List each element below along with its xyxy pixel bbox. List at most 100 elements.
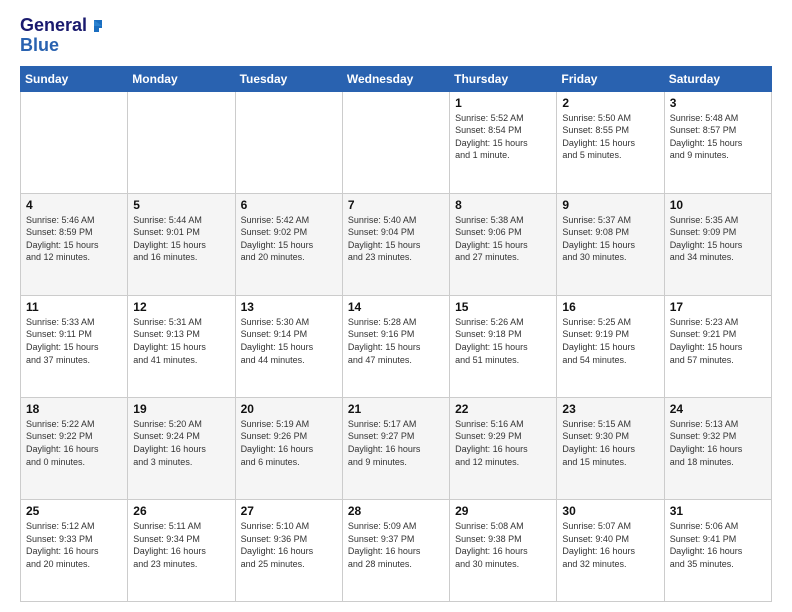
calendar-header-row: SundayMondayTuesdayWednesdayThursdayFrid… xyxy=(21,66,772,91)
day-number: 27 xyxy=(241,504,337,518)
day-info: Sunrise: 5:26 AMSunset: 9:18 PMDaylight:… xyxy=(455,316,551,366)
day-info: Sunrise: 5:09 AMSunset: 9:37 PMDaylight:… xyxy=(348,520,444,570)
day-number: 8 xyxy=(455,198,551,212)
day-number: 21 xyxy=(348,402,444,416)
day-info: Sunrise: 5:37 AMSunset: 9:08 PMDaylight:… xyxy=(562,214,658,264)
calendar-week-2: 4 Sunrise: 5:46 AMSunset: 8:59 PMDaylight… xyxy=(21,193,772,295)
day-info: Sunrise: 5:20 AMSunset: 9:24 PMDaylight:… xyxy=(133,418,229,468)
calendar-cell: 22 Sunrise: 5:16 AMSunset: 9:29 PMDayligh… xyxy=(450,397,557,499)
day-number: 16 xyxy=(562,300,658,314)
day-number: 9 xyxy=(562,198,658,212)
calendar-cell xyxy=(342,91,449,193)
calendar-cell: 15 Sunrise: 5:26 AMSunset: 9:18 PMDayligh… xyxy=(450,295,557,397)
calendar-cell xyxy=(21,91,128,193)
day-info: Sunrise: 5:13 AMSunset: 9:32 PMDaylight:… xyxy=(670,418,766,468)
day-info: Sunrise: 5:16 AMSunset: 9:29 PMDaylight:… xyxy=(455,418,551,468)
calendar-cell: 24 Sunrise: 5:13 AMSunset: 9:32 PMDayligh… xyxy=(664,397,771,499)
calendar-cell: 25Sunrise: 5:12 AMSunset: 9:33 PMDayligh… xyxy=(21,499,128,601)
calendar-cell: 31 Sunrise: 5:06 AMSunset: 9:41 PMDayligh… xyxy=(664,499,771,601)
calendar-cell: 3 Sunrise: 5:48 AMSunset: 8:57 PMDaylight… xyxy=(664,91,771,193)
calendar-cell: 13 Sunrise: 5:30 AMSunset: 9:14 PMDayligh… xyxy=(235,295,342,397)
col-header-saturday: Saturday xyxy=(664,66,771,91)
day-number: 18 xyxy=(26,402,122,416)
day-number: 11 xyxy=(26,300,122,314)
day-info: Sunrise: 5:25 AMSunset: 9:19 PMDaylight:… xyxy=(562,316,658,366)
calendar-week-1: 1Sunrise: 5:52 AMSunset: 8:54 PMDaylight… xyxy=(21,91,772,193)
day-number: 3 xyxy=(670,96,766,110)
day-info: Sunrise: 5:35 AMSunset: 9:09 PMDaylight:… xyxy=(670,214,766,264)
day-info: Sunrise: 5:31 AMSunset: 9:13 PMDaylight:… xyxy=(133,316,229,366)
day-number: 5 xyxy=(133,198,229,212)
col-header-monday: Monday xyxy=(128,66,235,91)
day-info: Sunrise: 5:30 AMSunset: 9:14 PMDaylight:… xyxy=(241,316,337,366)
col-header-thursday: Thursday xyxy=(450,66,557,91)
calendar-week-5: 25Sunrise: 5:12 AMSunset: 9:33 PMDayligh… xyxy=(21,499,772,601)
calendar-cell: 21 Sunrise: 5:17 AMSunset: 9:27 PMDayligh… xyxy=(342,397,449,499)
day-info: Sunrise: 5:52 AMSunset: 8:54 PMDaylight:… xyxy=(455,112,551,162)
col-header-tuesday: Tuesday xyxy=(235,66,342,91)
day-number: 31 xyxy=(670,504,766,518)
day-info: Sunrise: 5:28 AMSunset: 9:16 PMDaylight:… xyxy=(348,316,444,366)
calendar-cell: 6 Sunrise: 5:42 AMSunset: 9:02 PMDaylight… xyxy=(235,193,342,295)
day-number: 15 xyxy=(455,300,551,314)
calendar-cell: 12 Sunrise: 5:31 AMSunset: 9:13 PMDayligh… xyxy=(128,295,235,397)
day-number: 10 xyxy=(670,198,766,212)
calendar-cell: 2 Sunrise: 5:50 AMSunset: 8:55 PMDaylight… xyxy=(557,91,664,193)
day-number: 2 xyxy=(562,96,658,110)
day-info: Sunrise: 5:17 AMSunset: 9:27 PMDaylight:… xyxy=(348,418,444,468)
day-number: 30 xyxy=(562,504,658,518)
day-number: 13 xyxy=(241,300,337,314)
day-info: Sunrise: 5:46 AMSunset: 8:59 PMDaylight:… xyxy=(26,214,122,264)
calendar-cell: 10 Sunrise: 5:35 AMSunset: 9:09 PMDayligh… xyxy=(664,193,771,295)
calendar-cell: 29 Sunrise: 5:08 AMSunset: 9:38 PMDayligh… xyxy=(450,499,557,601)
page: GeneralBlue SundayMondayTuesdayWednesday… xyxy=(0,0,792,612)
day-number: 29 xyxy=(455,504,551,518)
day-info: Sunrise: 5:08 AMSunset: 9:38 PMDaylight:… xyxy=(455,520,551,570)
col-header-wednesday: Wednesday xyxy=(342,66,449,91)
col-header-sunday: Sunday xyxy=(21,66,128,91)
calendar-cell: 17Sunrise: 5:23 AMSunset: 9:21 PMDayligh… xyxy=(664,295,771,397)
logo: GeneralBlue xyxy=(20,16,103,56)
calendar-cell: 1Sunrise: 5:52 AMSunset: 8:54 PMDaylight… xyxy=(450,91,557,193)
day-number: 28 xyxy=(348,504,444,518)
calendar-cell: 16 Sunrise: 5:25 AMSunset: 9:19 PMDayligh… xyxy=(557,295,664,397)
calendar-cell: 18 Sunrise: 5:22 AMSunset: 9:22 PMDayligh… xyxy=(21,397,128,499)
day-info: Sunrise: 5:48 AMSunset: 8:57 PMDaylight:… xyxy=(670,112,766,162)
day-info: Sunrise: 5:06 AMSunset: 9:41 PMDaylight:… xyxy=(670,520,766,570)
day-number: 20 xyxy=(241,402,337,416)
day-number: 4 xyxy=(26,198,122,212)
day-info: Sunrise: 5:11 AMSunset: 9:34 PMDaylight:… xyxy=(133,520,229,570)
calendar-cell: 23Sunrise: 5:15 AMSunset: 9:30 PMDayligh… xyxy=(557,397,664,499)
calendar-cell: 8 Sunrise: 5:38 AMSunset: 9:06 PMDaylight… xyxy=(450,193,557,295)
calendar-cell: 20 Sunrise: 5:19 AMSunset: 9:26 PMDayligh… xyxy=(235,397,342,499)
col-header-friday: Friday xyxy=(557,66,664,91)
day-info: Sunrise: 5:10 AMSunset: 9:36 PMDaylight:… xyxy=(241,520,337,570)
day-info: Sunrise: 5:22 AMSunset: 9:22 PMDaylight:… xyxy=(26,418,122,468)
day-info: Sunrise: 5:38 AMSunset: 9:06 PMDaylight:… xyxy=(455,214,551,264)
calendar-cell: 7 Sunrise: 5:40 AMSunset: 9:04 PMDaylight… xyxy=(342,193,449,295)
day-number: 24 xyxy=(670,402,766,416)
header: GeneralBlue xyxy=(20,16,772,56)
day-info: Sunrise: 5:42 AMSunset: 9:02 PMDaylight:… xyxy=(241,214,337,264)
day-number: 6 xyxy=(241,198,337,212)
calendar-cell xyxy=(128,91,235,193)
day-info: Sunrise: 5:07 AMSunset: 9:40 PMDaylight:… xyxy=(562,520,658,570)
day-number: 7 xyxy=(348,198,444,212)
day-number: 17 xyxy=(670,300,766,314)
day-info: Sunrise: 5:44 AMSunset: 9:01 PMDaylight:… xyxy=(133,214,229,264)
day-number: 12 xyxy=(133,300,229,314)
day-number: 22 xyxy=(455,402,551,416)
calendar-cell: 19 Sunrise: 5:20 AMSunset: 9:24 PMDayligh… xyxy=(128,397,235,499)
calendar-table: SundayMondayTuesdayWednesdayThursdayFrid… xyxy=(20,66,772,602)
calendar-cell: 5 Sunrise: 5:44 AMSunset: 9:01 PMDaylight… xyxy=(128,193,235,295)
calendar-cell: 4 Sunrise: 5:46 AMSunset: 8:59 PMDaylight… xyxy=(21,193,128,295)
day-number: 19 xyxy=(133,402,229,416)
day-info: Sunrise: 5:50 AMSunset: 8:55 PMDaylight:… xyxy=(562,112,658,162)
day-number: 23 xyxy=(562,402,658,416)
day-number: 14 xyxy=(348,300,444,314)
day-info: Sunrise: 5:19 AMSunset: 9:26 PMDaylight:… xyxy=(241,418,337,468)
day-info: Sunrise: 5:33 AMSunset: 9:11 PMDaylight:… xyxy=(26,316,122,366)
calendar-cell: 28 Sunrise: 5:09 AMSunset: 9:37 PMDayligh… xyxy=(342,499,449,601)
day-info: Sunrise: 5:40 AMSunset: 9:04 PMDaylight:… xyxy=(348,214,444,264)
calendar-cell: 27 Sunrise: 5:10 AMSunset: 9:36 PMDayligh… xyxy=(235,499,342,601)
